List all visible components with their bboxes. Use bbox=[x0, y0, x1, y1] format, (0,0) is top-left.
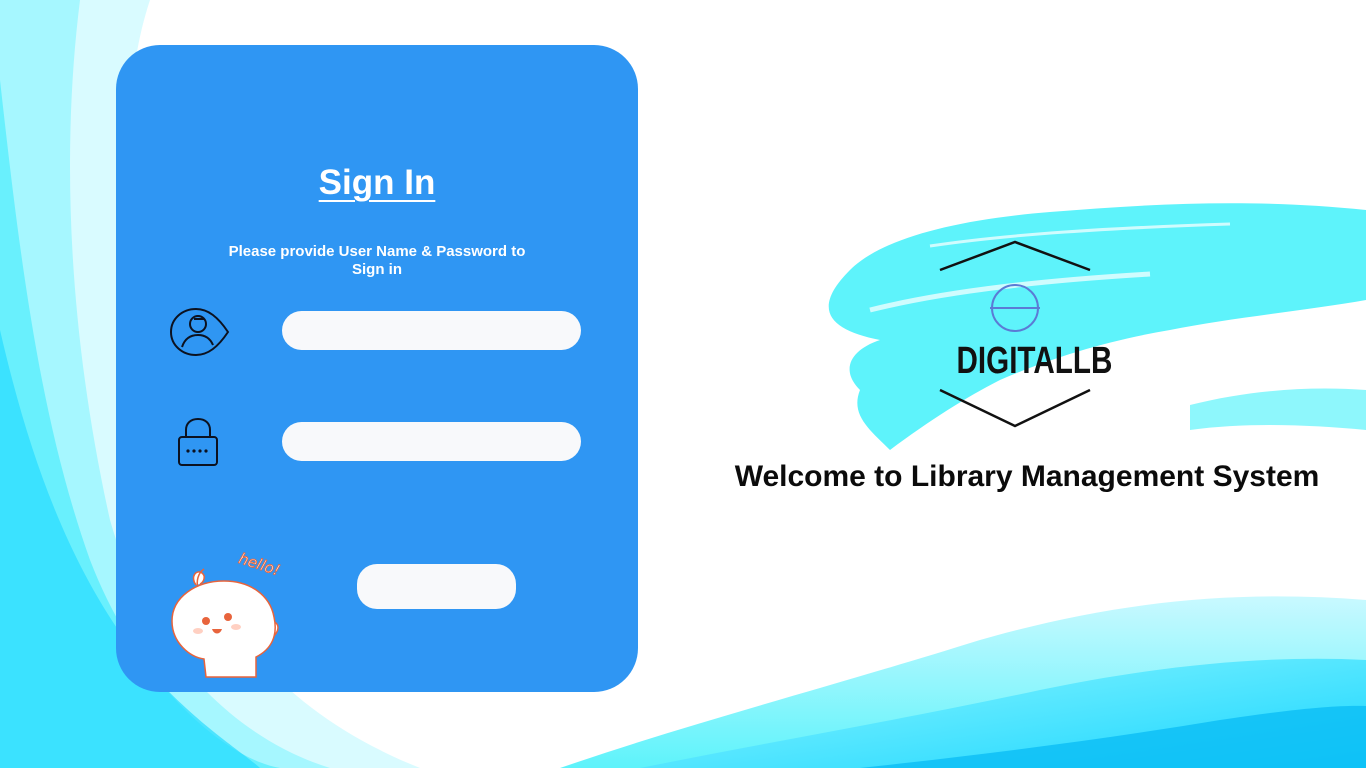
username-field[interactable] bbox=[282, 311, 581, 350]
welcome-heading: Welcome to Library Management System bbox=[734, 460, 1320, 493]
lock-icon bbox=[178, 417, 218, 466]
signin-title: Sign In bbox=[318, 163, 436, 202]
signin-button[interactable] bbox=[357, 564, 516, 609]
mascot-illustration: hello! bbox=[171, 549, 283, 678]
signin-subtitle: Please provide User Name & Password to S… bbox=[228, 243, 526, 278]
mascot-speech: hello! bbox=[237, 549, 283, 579]
signin-card: Sign In Please provide User Name & Passw… bbox=[116, 45, 638, 692]
logo-brush-stroke bbox=[828, 203, 1366, 450]
user-icon bbox=[169, 307, 230, 357]
logo-text: DIGITALLB bbox=[956, 340, 1113, 382]
password-field[interactable] bbox=[282, 422, 581, 461]
